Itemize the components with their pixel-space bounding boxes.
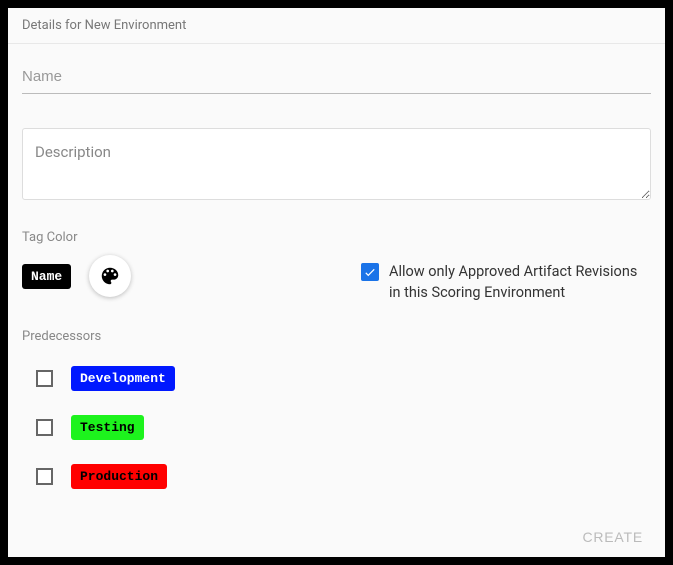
tag-color-row: Name Allow only Approved Artifact Revisi…	[22, 255, 651, 303]
description-textarea[interactable]	[22, 128, 651, 200]
approval-label: Allow only Approved Artifact Revisions i…	[389, 261, 651, 303]
color-picker-button[interactable]	[89, 255, 131, 297]
predecessor-checkbox-production[interactable]	[36, 468, 53, 485]
dialog-body: Tag Color Name Allow only Approved Artif…	[8, 44, 665, 513]
predecessor-tag-production: Production	[71, 464, 167, 489]
dialog: Details for New Environment Tag Color Na…	[8, 8, 665, 557]
predecessor-row: Testing	[22, 403, 651, 452]
create-button[interactable]: CREATE	[578, 523, 647, 551]
tag-preview-group: Name	[22, 255, 131, 297]
predecessor-tag-testing: Testing	[71, 415, 144, 440]
predecessor-row: Development	[22, 354, 651, 403]
approval-row: Allow only Approved Artifact Revisions i…	[361, 261, 651, 303]
tag-color-preview: Name	[22, 264, 71, 289]
predecessor-tag-development: Development	[71, 366, 175, 391]
dialog-footer: CREATE	[8, 513, 665, 557]
predecessor-checkbox-development[interactable]	[36, 370, 53, 387]
dialog-title: Details for New Environment	[8, 8, 665, 44]
name-input[interactable]	[22, 62, 651, 94]
palette-icon	[99, 265, 121, 287]
predecessor-row: Production	[22, 452, 651, 501]
tag-color-label: Tag Color	[22, 230, 651, 245]
check-icon	[363, 265, 377, 279]
predecessor-list: Development Testing Production	[22, 354, 651, 501]
predecessors-label: Predecessors	[22, 329, 651, 344]
approval-checkbox[interactable]	[361, 263, 379, 281]
predecessor-checkbox-testing[interactable]	[36, 419, 53, 436]
